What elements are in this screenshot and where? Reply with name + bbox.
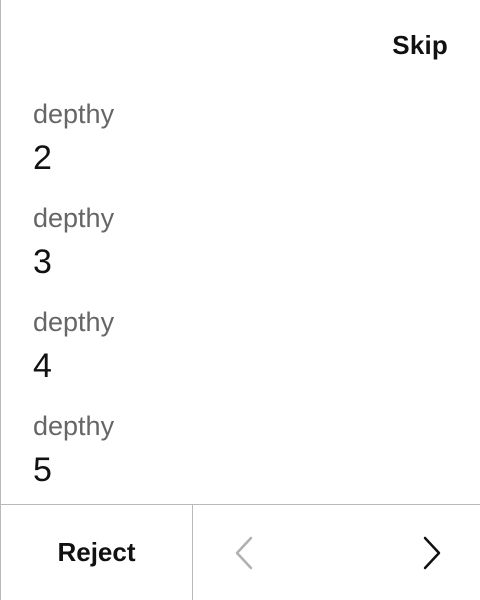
item-label: depthy (33, 307, 115, 337)
skip-button[interactable]: Skip (392, 30, 448, 61)
item-label: depthy (33, 203, 115, 233)
list-item[interactable]: depthy 5 (33, 408, 453, 512)
value-list: depthy 2 depthy 3 depthy 4 depthy 5 (33, 96, 453, 512)
list-item[interactable]: depthy 2 (33, 96, 453, 200)
item-value: 5 (33, 451, 52, 489)
item-label: depthy (33, 411, 115, 441)
footer-toolbar: Reject (1, 504, 480, 600)
previous-button[interactable] (225, 533, 265, 573)
header: Skip (1, 0, 480, 96)
picker-screen: Skip depthy 2 depthy 3 depthy 4 depthy 5… (0, 0, 480, 600)
item-value: 3 (33, 243, 52, 281)
item-label: depthy (33, 99, 115, 129)
list-item[interactable]: depthy 3 (33, 200, 453, 304)
next-button[interactable] (411, 533, 451, 573)
item-value: 2 (33, 139, 52, 177)
chevron-left-icon (235, 536, 253, 570)
chevron-right-icon (423, 536, 441, 570)
reject-button[interactable]: Reject (1, 505, 193, 600)
item-value: 4 (33, 347, 52, 385)
list-item[interactable]: depthy 4 (33, 304, 453, 408)
